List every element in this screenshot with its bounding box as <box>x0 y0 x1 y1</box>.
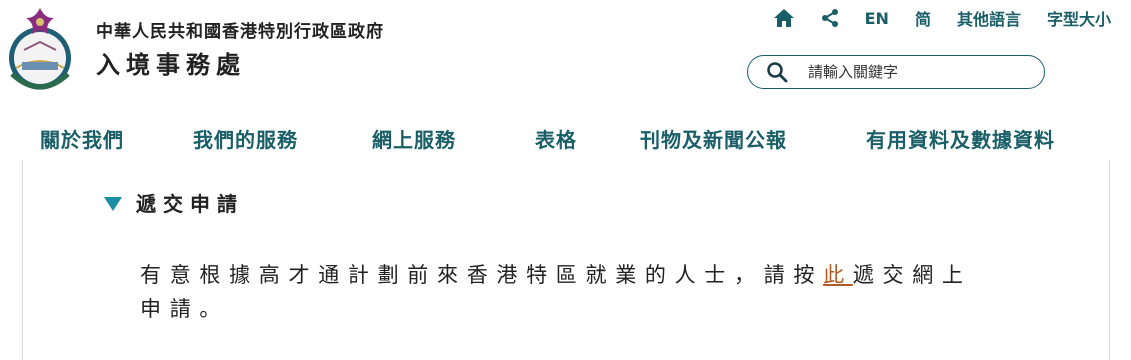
hkid-emblem-logo[interactable] <box>4 4 76 94</box>
nav-useful-info-statistics[interactable]: 有用資料及數據資料 <box>866 124 1055 153</box>
search-icon[interactable] <box>766 61 788 83</box>
submit-online-link[interactable]: 此 <box>823 263 853 287</box>
search-input[interactable] <box>806 62 1030 82</box>
font-size-link[interactable]: 字型大小 <box>1047 6 1111 30</box>
government-name: 中華人民共和國香港特別行政區政府 <box>96 22 384 42</box>
instruction-paragraph: 有意根據高才通計劃前來香港特區就業的人士，請按此遞交網上申請。 <box>140 258 990 326</box>
expanded-triangle-icon <box>104 196 122 211</box>
search-box <box>747 55 1045 89</box>
utility-toolbar: EN 简 其他語言 字型大小 <box>773 6 1111 30</box>
nav-forms[interactable]: 表格 <box>535 124 577 153</box>
section-title: 遞交申請 <box>136 192 244 216</box>
accordion-header-submit-application[interactable]: 遞交申請 <box>104 188 244 217</box>
department-name[interactable]: 入境事務處 <box>96 50 384 80</box>
home-icon[interactable] <box>773 8 795 28</box>
paragraph-text-before: 有意根據高才通計劃前來香港特區就業的人士，請按 <box>140 263 824 287</box>
nav-about-us[interactable]: 關於我們 <box>40 124 124 153</box>
share-icon[interactable] <box>821 8 839 28</box>
simplified-chinese-link[interactable]: 简 <box>915 6 931 30</box>
main-navigation: 關於我們 我們的服務 網上服務 表格 刊物及新聞公報 有用資料及數據資料 <box>0 124 1131 154</box>
nav-our-services[interactable]: 我們的服務 <box>193 124 298 153</box>
nav-e-services[interactable]: 網上服務 <box>372 124 456 153</box>
other-languages-link[interactable]: 其他語言 <box>957 6 1021 30</box>
english-language-link[interactable]: EN <box>865 9 889 28</box>
nav-publications-press[interactable]: 刊物及新聞公報 <box>640 124 787 153</box>
